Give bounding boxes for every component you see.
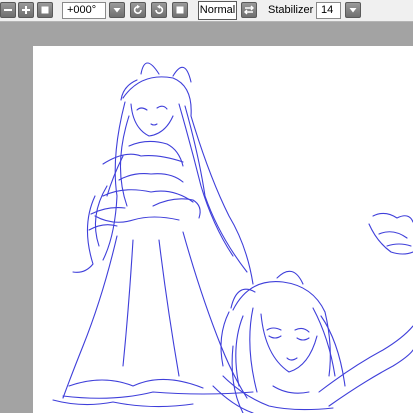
stabilizer-dropdown-icon[interactable] bbox=[345, 2, 361, 18]
rotate-left-icon[interactable] bbox=[130, 2, 146, 18]
sketch-drawing bbox=[52, 62, 413, 413]
angle-dropdown-icon[interactable] bbox=[109, 2, 125, 18]
reset-zoom-icon[interactable] bbox=[37, 2, 53, 18]
zoom-in-icon[interactable] bbox=[18, 2, 34, 18]
toolbar: +000° Normal Stabilizer 14 bbox=[0, 0, 413, 22]
drawing-canvas[interactable] bbox=[33, 46, 413, 413]
zoom-out-icon[interactable] bbox=[0, 2, 16, 18]
stabilizer-field[interactable]: 14 bbox=[316, 2, 341, 19]
reset-rotation-icon[interactable] bbox=[172, 2, 188, 18]
stabilizer-label: Stabilizer bbox=[268, 4, 314, 16]
flip-horizontal-icon[interactable] bbox=[241, 2, 257, 18]
blend-mode-field[interactable]: Normal bbox=[198, 1, 237, 20]
rotate-right-icon[interactable] bbox=[151, 2, 167, 18]
canvas-workspace[interactable] bbox=[0, 22, 413, 413]
rotation-angle-field[interactable]: +000° bbox=[62, 2, 106, 19]
